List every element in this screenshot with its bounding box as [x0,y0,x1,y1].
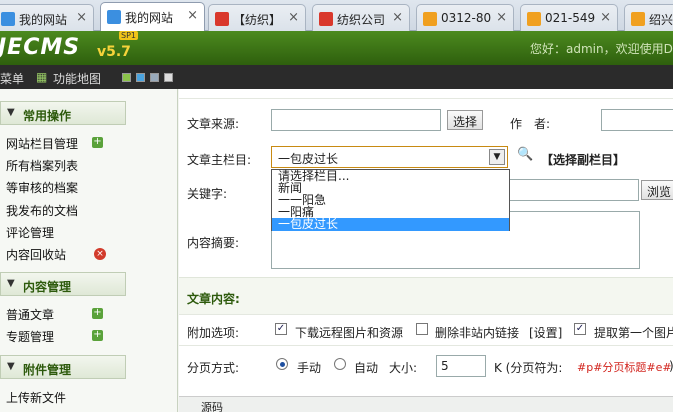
column-dropdown-list[interactable]: 请选择栏目... 新闻 一一阳急 一阳痛 一包皮过长 [271,169,510,231]
close-icon[interactable]: × [496,10,507,25]
page-separator-text: #p#分页标题#e# [577,361,672,374]
editor-toolbar: 源码 [179,396,673,412]
extract-image-checkbox[interactable]: ✓ [574,323,586,335]
theme-gray-icon[interactable] [150,73,159,82]
sidebar-item-article[interactable]: 普通文章 [6,306,54,323]
sitemap-link[interactable]: 功能地图 [53,70,101,87]
auto-label: 自动 [354,361,379,375]
manual-radio[interactable] [276,358,288,370]
menu-link[interactable]: 菜单 [0,70,24,87]
logo: JECMS [0,35,81,60]
author-label: 作 者: [510,117,551,131]
author-input[interactable] [601,109,673,131]
sitemap-icon: ▦ [36,70,48,84]
page-mode-label: 分页方式: [187,361,240,375]
sidebar-item-recycle[interactable]: 内容回收站 [6,246,66,263]
extra-label: 附加选项: [187,326,240,340]
article-form: 文章来源: 选择 作 者: 文章主栏目: 一包皮过长 ▼ 🔍 【选择副栏目】 请选… [179,89,673,412]
tab-6[interactable]: 绍兴 [624,4,673,31]
tab-2[interactable]: 【纺织】 × [208,4,306,31]
browser-tab-bar: 我的网站 × 我的网站 × 【纺织】 × 纺织公司 × 0312-80 × 021-549… [0,0,673,32]
divider [179,345,673,346]
theme-green-icon[interactable] [122,73,131,82]
remove-links-label: 删除非站内链接 [435,326,520,340]
search-icon[interactable]: 🔍 [517,147,533,162]
tab-4[interactable]: 0312-80 × [416,4,514,31]
auto-radio[interactable] [334,358,346,370]
sidebar-item-all-docs[interactable]: 所有档案列表 [6,157,78,174]
dropdown-option-selected[interactable]: 一包皮过长 [272,218,509,231]
section-content[interactable]: ▼ 内容管理 [0,272,126,296]
collapse-icon: ▼ [7,361,15,372]
divider [179,97,673,99]
version-label: v5.7 [97,44,131,60]
content-title: 文章内容: [187,292,240,306]
site-icon [215,12,229,26]
tab-3[interactable]: 纺织公司 × [312,4,410,31]
sidebar-item-my-docs[interactable]: 我发布的文档 [6,202,78,219]
site-icon [107,10,121,24]
tab-5[interactable]: 021-549 × [520,4,618,31]
sidebar-item-comments[interactable]: 评论管理 [6,224,54,241]
site-icon [423,12,437,26]
top-toolbar: 菜单 ▦ 功能地图 [0,65,673,89]
dropdown-option[interactable]: 请选择栏目... [272,170,509,182]
section-common[interactable]: ▼ 常用操作 [0,101,126,125]
site-icon [1,12,15,26]
source-label: 文章来源: [187,117,240,131]
sidebar-item-upload[interactable]: 上传新文件 [6,389,66,406]
tab-0[interactable]: 我的网站 × [0,4,94,31]
size-label: 大小: [389,361,418,375]
section-attachment[interactable]: ▼ 附件管理 [0,355,126,379]
app-header: JECMS v5.7 SP1 您好：admin，欢迎使用D [0,31,673,65]
remove-links-checkbox[interactable] [416,323,428,335]
size-input[interactable]: 5 [436,355,486,377]
add-icon[interactable]: + [92,137,103,148]
column-select[interactable]: 一包皮过长 ▼ [271,146,508,168]
summary-label: 内容摘要: [187,236,240,250]
close-icon[interactable]: × [187,8,198,23]
keyword-label: 关键字: [187,187,228,201]
paren-label: ) [669,359,673,373]
site-icon [631,12,645,26]
close-icon[interactable]: × [76,10,87,25]
sidebar-item-columns[interactable]: 网站栏目管理 [6,135,78,152]
collapse-icon: ▼ [7,278,15,289]
tab-1-active[interactable]: 我的网站 × [100,2,205,32]
close-icon[interactable]: × [392,10,403,25]
close-icon[interactable]: × [288,10,299,25]
download-remote-checkbox[interactable]: ✓ [275,323,287,335]
welcome-text: 您好：admin，欢迎使用D [530,42,673,56]
chevron-down-icon[interactable]: ▼ [489,149,505,165]
extract-image-label: 提取第一个图片 [594,326,673,340]
sidebar: ▼ 常用操作 网站栏目管理 + 所有档案列表 等审核的档案 我发布的文档 评论管理… [0,89,178,412]
sidebar-item-pending[interactable]: 等审核的档案 [6,179,78,196]
add-icon[interactable]: + [92,308,103,319]
site-icon [319,12,333,26]
source-button[interactable]: 源码 [201,399,223,412]
collapse-icon: ▼ [7,107,15,118]
sidebar-item-topic[interactable]: 专题管理 [6,328,54,345]
site-icon [527,12,541,26]
sub-column-link[interactable]: 【选择副栏目】 [541,151,625,168]
recycle-icon[interactable]: × [94,248,106,260]
add-icon[interactable]: + [92,330,103,341]
column-label: 文章主栏目: [187,153,252,167]
download-remote-label: 下载远程图片和资源 [295,326,404,340]
close-icon[interactable]: × [600,10,611,25]
browse-button[interactable]: 浏览 [641,180,673,200]
manual-label: 手动 [297,361,322,375]
unit-label: K (分页符为: [494,361,563,375]
sp-badge: SP1 [119,31,138,40]
content-section-bar [179,277,673,315]
theme-white-icon[interactable] [164,73,173,82]
source-input[interactable] [271,109,441,131]
select-source-button[interactable]: 选择 [447,110,484,130]
theme-blue-icon[interactable] [136,73,145,82]
settings-link[interactable]: [设置] [529,324,562,341]
